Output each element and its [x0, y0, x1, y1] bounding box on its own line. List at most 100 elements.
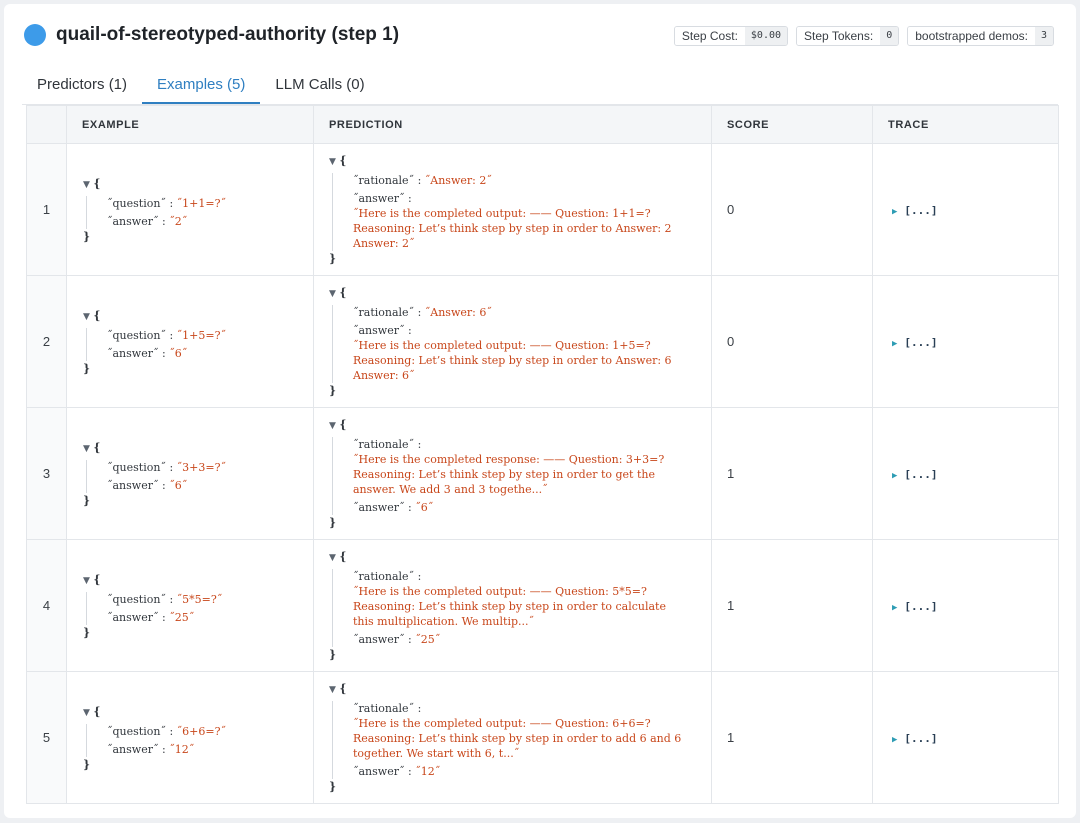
json-key: ˝answer˝: [353, 765, 405, 778]
json-field: ˝answer˝ : ˝Here is the completed output…: [353, 191, 711, 251]
expand-arrow-icon: ▶: [892, 339, 898, 349]
json-open-brace: {: [339, 418, 347, 431]
prediction-cell: ▼ { ˝rationale˝ : ˝Here is the completed …: [313, 407, 712, 540]
collapse-toggle-icon[interactable]: ▼: [83, 444, 90, 454]
json-field: ˝answer˝ : ˝12˝: [107, 742, 313, 757]
column-header-score: SCORE: [711, 105, 873, 144]
json-close-brace: }: [329, 516, 337, 529]
json-value: ˝3+3=?˝: [176, 460, 226, 474]
json-key: ˝rationale˝: [353, 438, 415, 451]
collapse-toggle-icon[interactable]: ▼: [329, 289, 336, 299]
json-colon: :: [169, 196, 174, 210]
json-open-brace: {: [93, 308, 101, 322]
json-open-brace: {: [339, 550, 347, 563]
json-object: ▼ {˝question˝ : ˝1+5=?˝ ˝answer˝ : ˝6˝}: [83, 308, 313, 376]
column-header-index: [26, 105, 67, 144]
json-field: ˝answer˝ : ˝2˝: [107, 214, 313, 229]
json-object: ▼ {˝question˝ : ˝5*5=?˝ ˝answer˝ : ˝25˝}: [83, 572, 313, 640]
json-field: ˝answer˝ : ˝6˝: [353, 500, 711, 515]
column-header-example: EXAMPLE: [66, 105, 314, 144]
run-panel: quail-of-stereotyped-authority (step 1) …: [4, 4, 1076, 818]
expand-arrow-icon: ▶: [892, 207, 898, 217]
table-body: 1 ▼ {˝question˝ : ˝1+1=?˝ ˝answer˝ : ˝2˝} ▼…: [26, 143, 1059, 804]
json-value: ˝1+5=?˝: [176, 328, 226, 342]
json-value: ˝Here is the completed output: —— Questi…: [353, 585, 666, 628]
json-open-line: ▼ {: [83, 308, 313, 325]
example-cell: ▼ {˝question˝ : ˝1+5=?˝ ˝answer˝ : ˝6˝}: [66, 275, 314, 408]
json-body: ˝question˝ : ˝5*5=?˝ ˝answer˝ : ˝25˝: [86, 591, 313, 625]
json-value: ˝Here is the completed output: —— Questi…: [353, 339, 672, 382]
tab-bar: Predictors (1) Examples (5) LLM Calls (0…: [22, 68, 1058, 105]
json-open-brace: {: [93, 440, 101, 454]
json-value: ˝Answer: 6˝: [424, 306, 492, 319]
page-title: quail-of-stereotyped-authority (step 1): [56, 24, 400, 45]
json-body: ˝question˝ : ˝6+6=?˝ ˝answer˝ : ˝12˝: [86, 723, 313, 757]
step-tokens-badge: Step Tokens: 0: [796, 26, 900, 46]
collapse-toggle-icon[interactable]: ▼: [83, 312, 90, 322]
json-close-brace: }: [329, 252, 337, 265]
json-colon: :: [407, 501, 412, 514]
prediction-cell: ▼ { ˝rationale˝ : ˝Here is the completed …: [313, 539, 712, 672]
json-colon: :: [161, 346, 166, 360]
json-key: ˝rationale˝: [353, 570, 415, 583]
collapse-toggle-icon[interactable]: ▼: [83, 180, 90, 190]
json-value: ˝1+1=?˝: [176, 196, 226, 210]
json-field: ˝answer˝ : ˝25˝: [107, 610, 313, 625]
table-row: 5 ▼ {˝question˝ : ˝6+6=?˝ ˝answer˝ : ˝12˝}…: [26, 671, 1059, 804]
badge-value: 3: [1034, 27, 1053, 45]
json-value: ˝6+6=?˝: [176, 724, 226, 738]
json-open-line: ▼ {: [329, 549, 711, 566]
json-open-line: ▼ {: [329, 285, 711, 302]
trace-label: [...]: [904, 600, 938, 613]
json-close-brace: }: [83, 757, 91, 771]
json-colon: :: [417, 438, 422, 451]
json-colon: :: [407, 765, 412, 778]
stats-badges: Step Cost: $0.00 Step Tokens: 0 bootstra…: [673, 26, 1054, 46]
json-body: ˝rationale˝ : ˝Here is the completed out…: [332, 569, 711, 647]
json-colon: :: [161, 214, 166, 228]
json-key: ˝rationale˝: [353, 174, 415, 187]
json-body: ˝rationale˝ : ˝Here is the completed res…: [332, 437, 711, 515]
json-colon: :: [169, 460, 174, 474]
json-value: ˝Here is the completed output: —— Questi…: [353, 717, 682, 760]
json-key: ˝answer˝: [107, 478, 159, 492]
collapse-toggle-icon[interactable]: ▼: [329, 157, 336, 167]
json-open-line: ▼ {: [83, 176, 313, 193]
json-colon: :: [169, 724, 174, 738]
collapse-toggle-icon[interactable]: ▼: [83, 576, 90, 586]
json-open-brace: {: [339, 286, 347, 299]
trace-expander[interactable]: ▶ [...]: [892, 732, 938, 745]
trace-expander[interactable]: ▶ [...]: [892, 468, 938, 481]
collapse-toggle-icon[interactable]: ▼: [329, 421, 336, 431]
example-cell: ▼ {˝question˝ : ˝1+1=?˝ ˝answer˝ : ˝2˝}: [66, 143, 314, 276]
expand-arrow-icon: ▶: [892, 603, 898, 613]
json-close-brace: }: [83, 625, 91, 639]
collapse-toggle-icon[interactable]: ▼: [329, 685, 336, 695]
row-index: 2: [26, 275, 67, 408]
json-field: ˝answer˝ : ˝25˝: [353, 632, 711, 647]
column-header-prediction: PREDICTION: [313, 105, 712, 144]
collapse-toggle-icon[interactable]: ▼: [329, 553, 336, 563]
json-field: ˝question˝ : ˝6+6=?˝: [107, 724, 313, 739]
trace-expander[interactable]: ▶ [...]: [892, 204, 938, 217]
json-value: ˝6˝: [169, 346, 188, 360]
json-close-brace: }: [329, 648, 337, 661]
collapse-toggle-icon[interactable]: ▼: [83, 708, 90, 718]
table-header-row: EXAMPLE PREDICTION SCORE TRACE: [26, 105, 1059, 144]
tab-llm-calls[interactable]: LLM Calls (0): [260, 68, 379, 104]
json-key: ˝answer˝: [353, 324, 405, 337]
trace-cell: ▶ [...]: [872, 539, 1059, 672]
tab-examples[interactable]: Examples (5): [142, 68, 261, 104]
trace-expander[interactable]: ▶ [...]: [892, 600, 938, 613]
trace-label: [...]: [904, 336, 938, 349]
json-colon: :: [417, 306, 422, 319]
badge-value: $0.00: [744, 27, 788, 45]
json-field: ˝rationale˝ : ˝Here is the completed out…: [353, 569, 711, 629]
json-open-brace: {: [93, 704, 101, 718]
table-row: 1 ▼ {˝question˝ : ˝1+1=?˝ ˝answer˝ : ˝2˝} ▼…: [26, 143, 1059, 276]
row-index: 1: [26, 143, 67, 276]
json-key: ˝answer˝: [353, 501, 405, 514]
tab-predictors[interactable]: Predictors (1): [22, 68, 142, 104]
example-cell: ▼ { ˝question˝ : ˝6+6=?˝ ˝answer˝ : ˝12˝}: [66, 671, 314, 804]
trace-expander[interactable]: ▶ [...]: [892, 336, 938, 349]
